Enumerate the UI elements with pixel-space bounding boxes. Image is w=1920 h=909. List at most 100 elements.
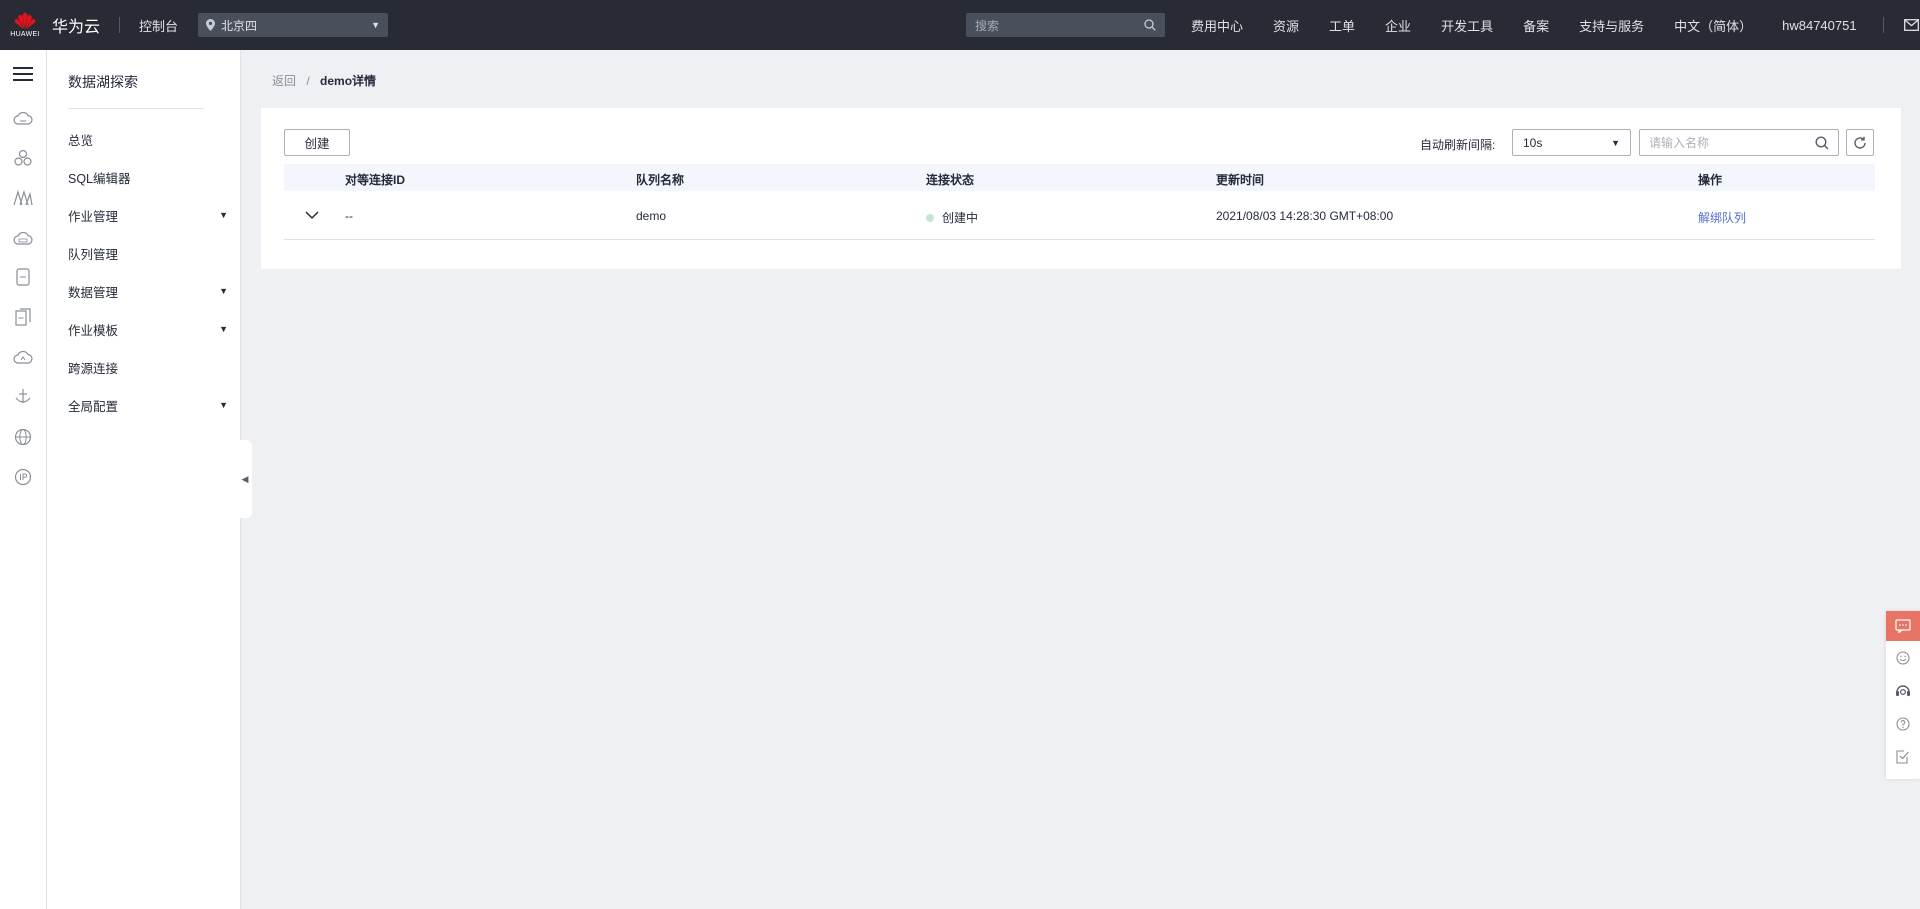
menu-item-data-management[interactable]: 数据管理 ▼ <box>68 281 228 301</box>
huawei-logo[interactable]: HUAWEI <box>0 0 50 50</box>
menu-item-label: 作业管理 <box>68 209 119 224</box>
nav-icp-filing[interactable]: 备案 <box>1523 16 1549 35</box>
floating-help-toolbar <box>1886 611 1920 779</box>
cell-updated-time: 2021/08/03 14:28:30 GMT+08:00 <box>1216 209 1394 223</box>
hamburger-menu-icon[interactable] <box>13 66 33 82</box>
table-header: 对等连接ID 队列名称 连接状态 更新时间 操作 <box>284 164 1875 191</box>
create-button[interactable]: 创建 <box>284 129 350 156</box>
name-search-input[interactable] <box>1649 135 1799 150</box>
refresh-interval-select[interactable]: 10s ▼ <box>1512 129 1631 156</box>
chat-icon[interactable] <box>1886 611 1920 641</box>
menu-item-label: SQL编辑器 <box>68 171 131 186</box>
huawei-flower-icon <box>14 12 36 30</box>
cell-peer-id: -- <box>345 209 353 223</box>
menu-item-label: 队列管理 <box>68 247 119 262</box>
mail-icon[interactable] <box>1903 19 1919 31</box>
divider <box>1882 17 1884 33</box>
help-icon[interactable] <box>1886 707 1920 740</box>
menu-item-overview[interactable]: 总览 <box>68 129 228 149</box>
search-icon[interactable] <box>1815 135 1829 150</box>
column-header-updated[interactable]: 更新时间 <box>1216 171 1264 188</box>
menu-item-sql-editor[interactable]: SQL编辑器 <box>68 167 228 187</box>
cdn-icon[interactable] <box>12 227 34 249</box>
collapse-sidebar-button[interactable]: ◀ <box>238 440 252 518</box>
search-placeholder: 搜索 <box>975 18 1000 33</box>
globe-icon[interactable] <box>12 426 34 448</box>
chevron-down-icon[interactable] <box>304 208 320 222</box>
location-pin-icon <box>206 19 216 31</box>
menu-item-label: 总览 <box>68 133 94 148</box>
status-dot <box>926 213 934 222</box>
caret-down-icon: ▼ <box>219 324 228 334</box>
menu-item-job-templates[interactable]: 作业模板 ▼ <box>68 319 228 339</box>
nav-resources[interactable]: 资源 <box>1273 16 1299 35</box>
table-row: -- demo 创建中 2021/08/03 14:28:30 GMT+08:0… <box>284 191 1875 240</box>
nav-language[interactable]: 中文（简体） <box>1674 16 1752 35</box>
chevron-down-icon: ▼ <box>371 20 381 30</box>
cluster-icon[interactable] <box>12 147 34 169</box>
top-nav-links: 费用中心 资源 工单 企业 开发工具 备案 支持与服务 中文（简体） hw847… <box>1191 0 1919 50</box>
service-side-menu: 数据湖探索 总览 SQL编辑器 作业管理 ▼ 队列管理 数据管理 ▼ 作业模板 … <box>47 50 241 909</box>
connections-panel: 创建 自动刷新间隔: 10s ▼ 对等连接ID 队列名称 连接状态 更新时间 操… <box>261 108 1901 269</box>
caret-down-icon: ▼ <box>219 210 228 220</box>
menu-item-label: 跨源连接 <box>68 361 119 376</box>
connections-table: 对等连接ID 队列名称 连接状态 更新时间 操作 -- demo 创建中 202… <box>284 164 1875 240</box>
nav-tickets[interactable]: 工单 <box>1329 16 1355 35</box>
cloud-icon[interactable] <box>12 346 34 368</box>
status-text: 创建中 <box>942 211 979 225</box>
column-header-peer-id[interactable]: 对等连接ID <box>345 171 405 188</box>
column-header-queue-name[interactable]: 队列名称 <box>636 171 684 188</box>
menu-item-label: 数据管理 <box>68 285 119 300</box>
nav-billing-center[interactable]: 费用中心 <box>1191 16 1243 35</box>
divider <box>68 108 204 109</box>
ip-icon[interactable] <box>12 466 34 488</box>
brand-name[interactable]: 华为云 <box>52 13 100 37</box>
service-icon-rail <box>0 50 47 909</box>
search-icon[interactable] <box>1144 19 1156 31</box>
auto-refresh-label: 自动刷新间隔: <box>1420 138 1496 152</box>
breadcrumb-current: demo详情 <box>320 74 377 88</box>
divider <box>119 17 121 33</box>
refresh-button[interactable] <box>1846 129 1874 156</box>
top-navigation-bar: HUAWEI 华为云 控制台 北京四 ▼ 搜索 费用中心 资源 工单 企业 开发… <box>0 0 1920 50</box>
breadcrumb-separator: / <box>306 74 310 88</box>
console-link[interactable]: 控制台 <box>139 16 178 35</box>
menu-item-label: 全局配置 <box>68 399 119 414</box>
name-search-field[interactable] <box>1639 129 1839 156</box>
document-icon[interactable] <box>12 306 34 328</box>
user-account[interactable]: hw84740751 <box>1782 18 1856 33</box>
cloud-server-icon[interactable] <box>12 107 34 129</box>
headset-icon[interactable] <box>1886 674 1920 707</box>
data-lake-icon[interactable] <box>12 187 34 209</box>
refresh-interval-value: 10s <box>1523 135 1543 150</box>
refresh-icon <box>1854 136 1866 149</box>
cell-queue-name: demo <box>636 209 667 223</box>
cell-status: 创建中 <box>926 209 978 226</box>
global-search-input[interactable]: 搜索 <box>966 13 1165 37</box>
caret-left-icon: ◀ <box>241 473 249 484</box>
menu-item-job-management[interactable]: 作业管理 ▼ <box>68 205 228 225</box>
column-header-actions: 操作 <box>1698 173 1723 187</box>
nav-enterprise[interactable]: 企业 <box>1385 16 1411 35</box>
caret-down-icon: ▼ <box>1611 137 1620 148</box>
menu-item-label: 作业模板 <box>68 323 119 338</box>
nav-support[interactable]: 支持与服务 <box>1579 16 1644 35</box>
column-header-status[interactable]: 连接状态 <box>926 171 974 188</box>
caret-down-icon: ▼ <box>219 286 228 296</box>
storage-icon[interactable] <box>12 266 34 288</box>
nav-dev-tools[interactable]: 开发工具 <box>1441 16 1493 35</box>
menu-item-global-config[interactable]: 全局配置 ▼ <box>68 395 228 415</box>
region-selector[interactable]: 北京四 ▼ <box>198 13 389 37</box>
checklist-icon[interactable] <box>1886 740 1920 773</box>
anchor-icon[interactable] <box>12 386 34 408</box>
smile-icon[interactable] <box>1886 641 1920 674</box>
unbind-queue-link[interactable]: 解绑队列 <box>1698 209 1746 226</box>
caret-down-icon: ▼ <box>219 400 228 410</box>
service-title: 数据湖探索 <box>68 74 138 90</box>
logo-wordmark: HUAWEI <box>10 31 40 38</box>
menu-item-datasource-connections[interactable]: 跨源连接 <box>68 357 228 377</box>
breadcrumb-back-link[interactable]: 返回 <box>272 74 296 88</box>
region-label: 北京四 <box>221 18 258 33</box>
menu-item-queue-management[interactable]: 队列管理 <box>68 243 228 263</box>
breadcrumb: 返回 / demo详情 <box>272 72 376 89</box>
